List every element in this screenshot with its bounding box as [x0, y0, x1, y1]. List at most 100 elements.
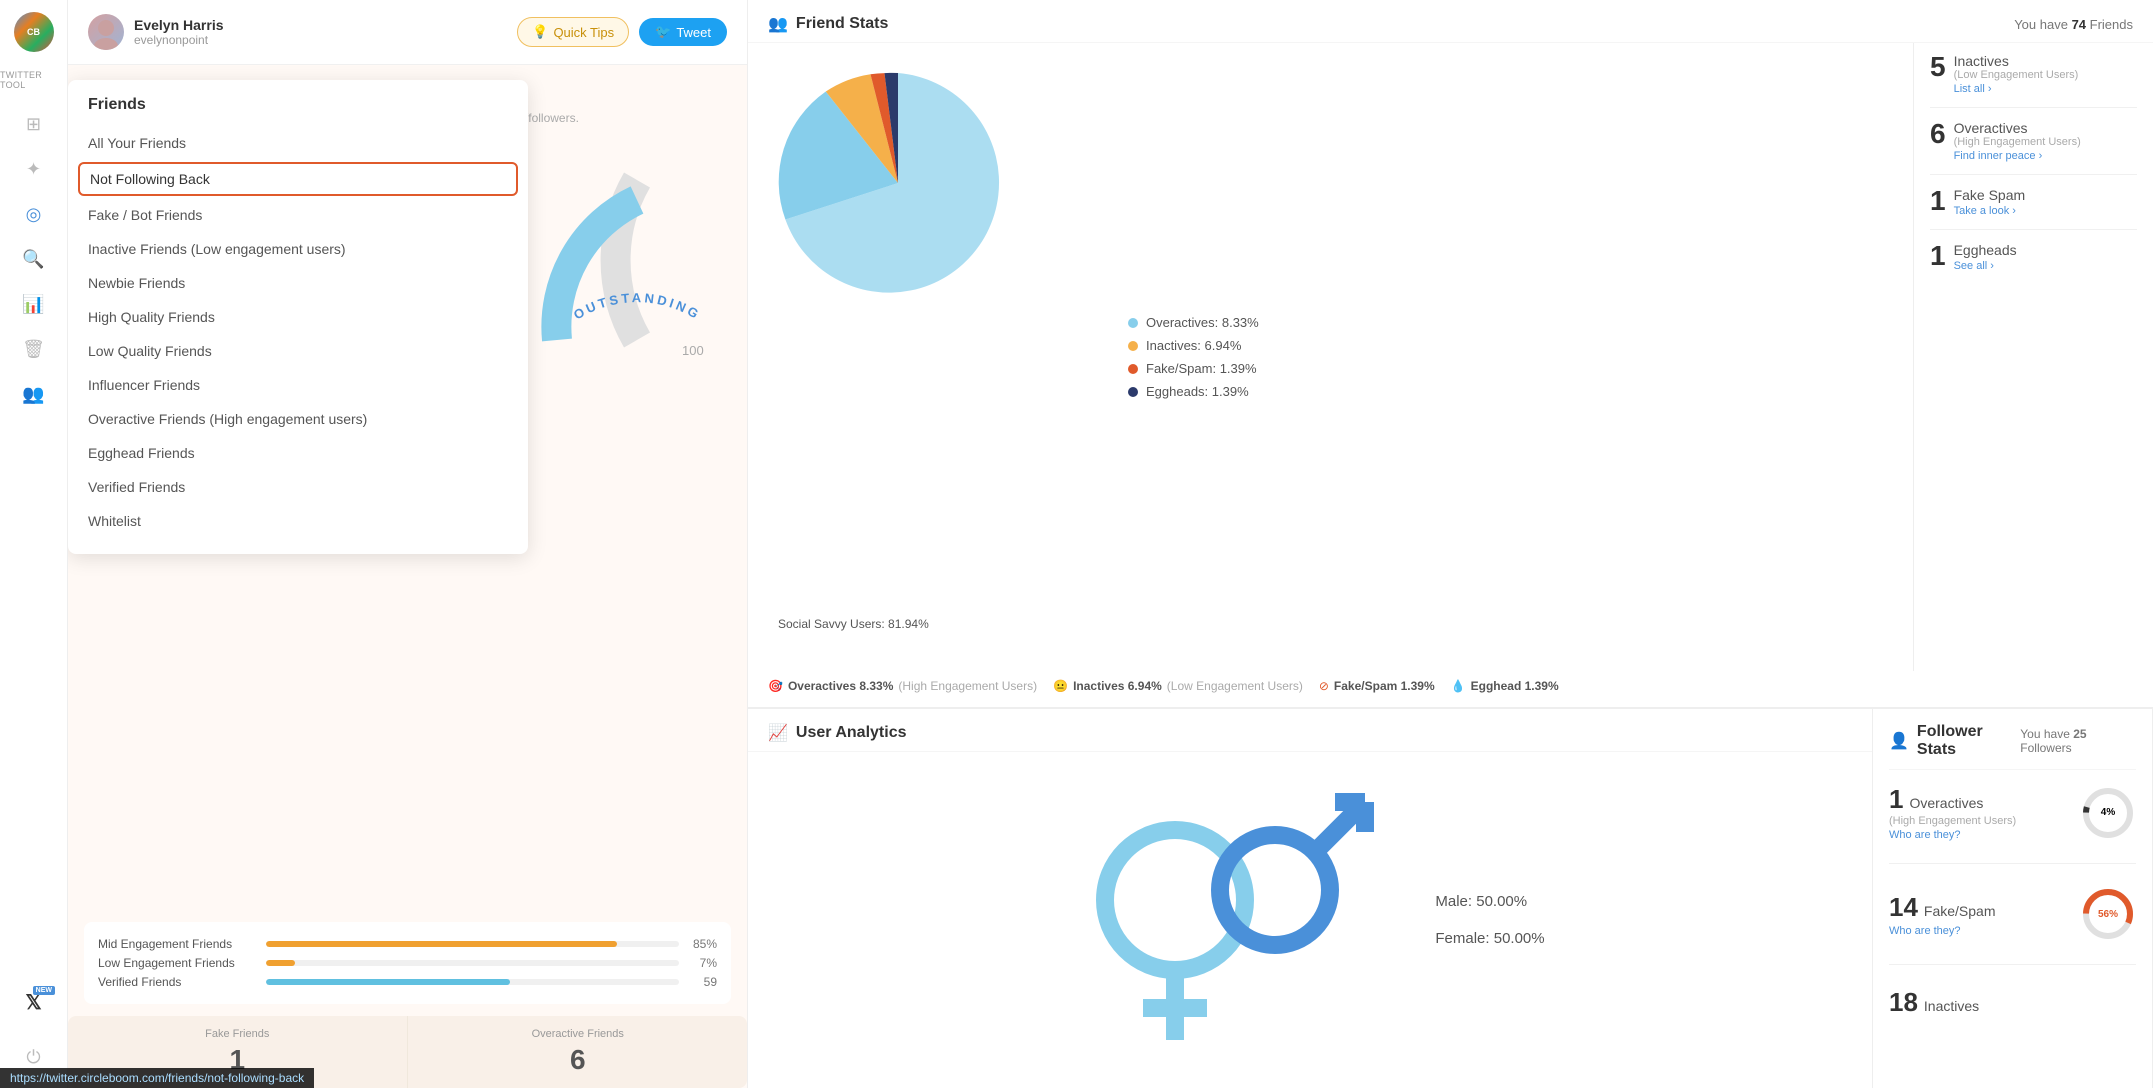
stat-fakespam: 1 Fake Spam Take a look › [1930, 187, 2137, 217]
pie-legend: Overactives: 8.33% Inactives: 6.94% Fake… [1128, 53, 1893, 661]
social-savvy-label: Social Savvy Users: 81.94% [778, 617, 929, 631]
stat-inactives: 5 Inactives (Low Engagement Users) List … [1930, 53, 2137, 95]
sidebar-item-search[interactable]: 🔍 [0, 241, 67, 278]
tag-inactives-icon: 😐 [1053, 679, 1068, 693]
svg-text:100: 100 [682, 343, 704, 358]
main-content: Evelyn Harris evelynonpoint 💡 Quick Tips… [68, 0, 2153, 1088]
stat-eggheads-link[interactable]: See all › [1954, 260, 2017, 272]
legend-eggheads: Eggheads: 1.39% [1128, 384, 1893, 399]
follower-stats-header: 👤 Follower Stats You have 25 Followers [1889, 723, 2136, 770]
follower-overactives-link[interactable]: Who are they? [1889, 829, 2016, 841]
user-analytics-header: 📈 User Analytics [748, 709, 1872, 752]
menu-item-high-quality[interactable]: High Quality Friends [68, 300, 528, 334]
chart-tags: 🎯 Overactives 8.33% (High Engagement Use… [748, 671, 2153, 707]
sidebar-item-x[interactable]: NEW 𝕏 [0, 982, 67, 1023]
bar-pct-low: 7% [687, 956, 717, 970]
tag-inactives: 😐 Inactives 6.94% (Low Engagement Users) [1053, 679, 1303, 693]
left-panel: Evelyn Harris evelynonpoint 💡 Quick Tips… [68, 0, 748, 1088]
stat-inactives-link[interactable]: List all › [1954, 83, 2079, 95]
menu-item-newbie[interactable]: Newbie Friends [68, 266, 528, 300]
tag-egghead-label: Egghead 1.39% [1471, 679, 1559, 693]
follower-fakespam-num: 14 [1889, 892, 1918, 923]
stat-eggheads: 1 Eggheads See all › [1930, 242, 2137, 272]
stat-overactives-sub: (High Engagement Users) [1954, 136, 2081, 148]
menu-item-influencer[interactable]: Influencer Friends [68, 368, 528, 402]
bar-label-low: Low Engagement Friends [98, 956, 258, 970]
tag-fakespam-label: Fake/Spam 1.39% [1334, 679, 1435, 693]
sidebar-item-network[interactable]: ✦ [0, 151, 67, 188]
tag-overactives: 🎯 Overactives 8.33% (High Engagement Use… [768, 679, 1037, 693]
sidebar-item-users[interactable]: 👥 [0, 376, 67, 413]
tag-egghead-icon: 💧 [1451, 679, 1466, 693]
chart-area: Social Savvy Users: 81.94% Overactives: … [748, 43, 1913, 671]
sidebar-item-dashboard[interactable]: ⊞ [0, 106, 67, 143]
menu-item-fake-bot[interactable]: Fake / Bot Friends [68, 198, 528, 232]
stat-eggheads-number: 1 [1930, 242, 1946, 270]
bottom-section: 📈 User Analytics [748, 708, 2153, 1088]
tweet-label: Tweet [676, 25, 711, 40]
stat-overactives: 6 Overactives (High Engagement Users) Fi… [1930, 120, 2137, 162]
avatar [88, 14, 124, 50]
search-icon: 🔍 [22, 249, 44, 270]
quick-tips-button[interactable]: 💡 Quick Tips [517, 17, 629, 47]
header-actions: 💡 Quick Tips 🐦 Tweet [517, 17, 727, 47]
friend-count: You have 74 Friends [2014, 17, 2133, 32]
users-icon: 👥 [22, 384, 44, 405]
tag-fakespam-icon: ⊘ [1319, 679, 1329, 693]
stat-inactives-sub: (Low Engagement Users) [1954, 69, 2079, 81]
dashboard-icon: ⊞ [26, 114, 41, 135]
stat-inactives-number: 5 [1930, 53, 1946, 81]
bar-row-verified: Verified Friends 59 [98, 975, 717, 989]
tag-overactives-sub: (High Engagement Users) [898, 679, 1037, 693]
stat-overactives-number: 6 [1930, 120, 1946, 148]
sidebar-item-chart[interactable]: 📊 [0, 286, 67, 323]
overactive-friends-badge: Overactive Friends 6 [409, 1016, 748, 1088]
stat-fakespam-link[interactable]: Take a look › [1954, 205, 2026, 217]
sidebar-item-target[interactable]: ◎ [0, 196, 67, 233]
female-label: Female: 50.00% [1435, 930, 1544, 947]
menu-item-verified[interactable]: Verified Friends [68, 470, 528, 504]
profile-name: Evelyn Harris [134, 17, 224, 33]
new-badge: NEW [33, 986, 55, 995]
app-name-label: TWITTER TOOL [0, 70, 67, 90]
friends-menu: Friends All Your Friends Not Following B… [68, 80, 528, 554]
menu-item-not-following-back[interactable]: Not Following Back [78, 162, 518, 196]
menu-item-all[interactable]: All Your Friends [68, 126, 528, 160]
menu-item-inactive[interactable]: Inactive Friends (Low engagement users) [68, 232, 528, 266]
legend-overactives: Overactives: 8.33% [1128, 315, 1893, 330]
follower-overactives-num: 1 [1889, 784, 1903, 815]
menu-item-whitelist[interactable]: Whitelist [68, 504, 528, 538]
donut-overactives: 4% [2080, 785, 2136, 841]
friend-stats-section: 👥 Friend Stats You have 74 Friends [748, 0, 2153, 708]
menu-item-egghead[interactable]: Egghead Friends [68, 436, 528, 470]
follower-fakespam-link[interactable]: Who are they? [1889, 925, 1996, 937]
pie-chart-svg [768, 53, 1028, 313]
menu-item-overactive[interactable]: Overactive Friends (High engagement user… [68, 402, 528, 436]
tweet-button[interactable]: 🐦 Tweet [639, 18, 727, 46]
trash-icon: 🗑 [22, 339, 45, 360]
follower-overactives-name: Overactives [1909, 795, 1983, 811]
overactive-friends-value: 6 [417, 1044, 740, 1076]
overactive-friends-label: Overactive Friends [417, 1028, 740, 1040]
stat-divider-1 [1930, 107, 2137, 108]
stat-overactives-link[interactable]: Find inner peace › [1954, 150, 2081, 162]
profile-header: Evelyn Harris evelynonpoint 💡 Quick Tips… [68, 0, 747, 65]
follower-stats-icon: 👤 [1889, 731, 1909, 751]
follower-stats-label: Follower Stats [1917, 723, 2020, 759]
bar-pct-verified: 59 [687, 975, 717, 989]
stat-overactives-name: Overactives [1954, 120, 2081, 136]
sidebar-item-trash[interactable]: 🗑 [0, 331, 67, 368]
follower-stat-inactives: 18 Inactives [1889, 987, 2136, 1018]
legend-inactives: Inactives: 6.94% [1128, 338, 1893, 353]
target-icon: ◎ [26, 204, 42, 225]
pie-container: Social Savvy Users: 81.94% [768, 53, 1108, 661]
follower-overactives-sub: (High Engagement Users) [1889, 815, 2016, 827]
chart-icon: 📊 [22, 294, 44, 315]
tag-inactives-sub: (Low Engagement Users) [1167, 679, 1303, 693]
stat-divider-3 [1930, 229, 2137, 230]
gauge-svg: OUTSTANDING 100 [527, 60, 747, 380]
friends-menu-title: Friends [68, 96, 528, 126]
stat-inactives-name: Inactives [1954, 53, 2079, 69]
menu-item-low-quality[interactable]: Low Quality Friends [68, 334, 528, 368]
analytics-label: User Analytics [796, 724, 907, 742]
